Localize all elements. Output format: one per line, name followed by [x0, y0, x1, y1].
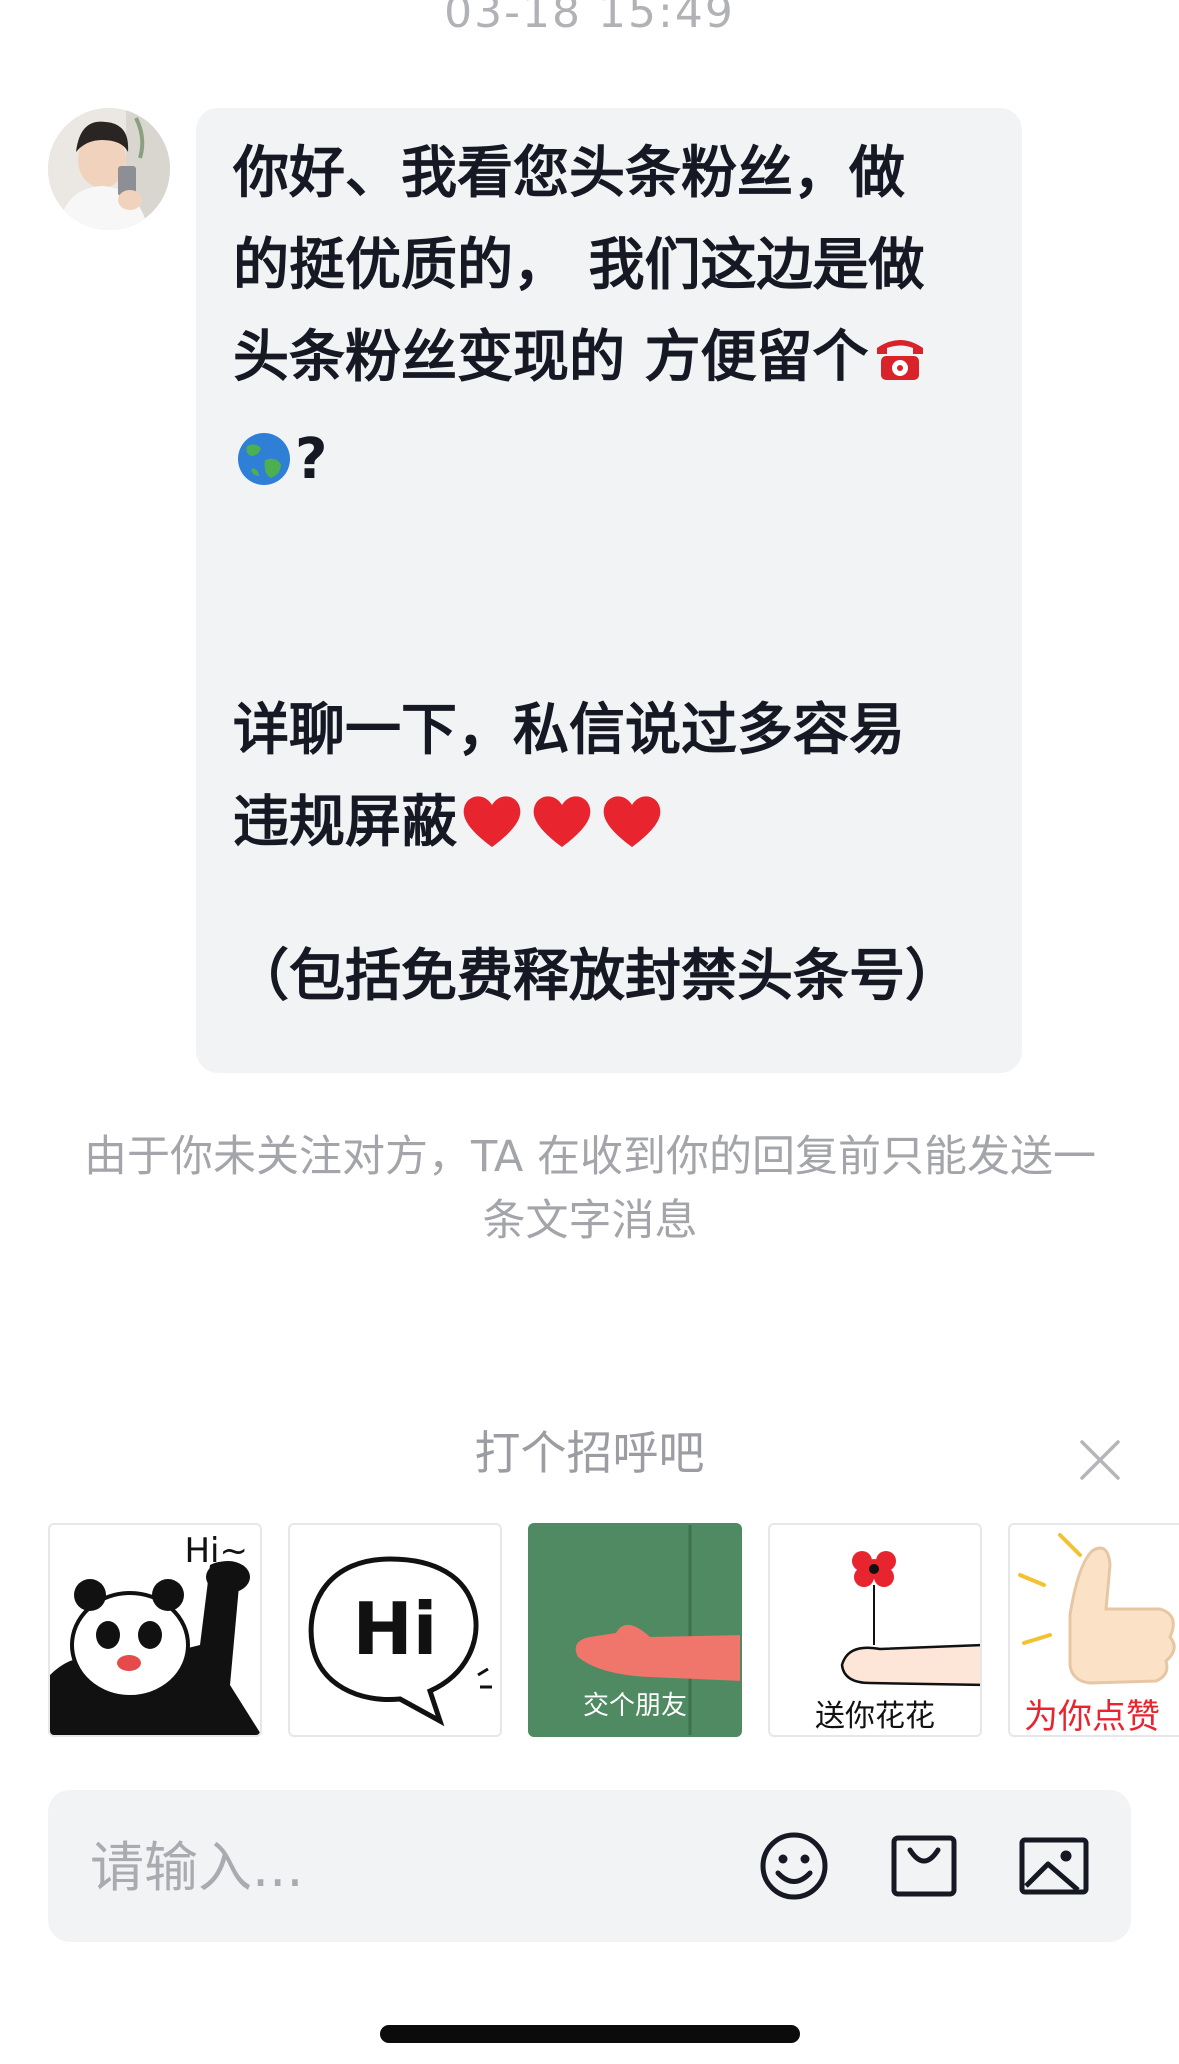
avatar-image [48, 108, 170, 230]
red-heart-emoji-icon [529, 787, 595, 879]
sticker-caption: Hi~ [184, 1531, 248, 1571]
sticker-caption: 为你点赞 [1024, 1697, 1160, 1737]
message-line: ? [295, 427, 328, 492]
message-line: 详聊一下，私信说过多容易 [233, 698, 905, 763]
message-line: （包括免费释放封禁头条号） [233, 944, 961, 1009]
shopping-bag-icon[interactable] [886, 1828, 962, 1904]
message-input-bar [48, 1790, 1131, 1942]
message-line: 违规屏蔽 [233, 790, 457, 855]
sticker-speech-hi[interactable]: Hi [288, 1523, 502, 1737]
red-heart-emoji-icon [599, 787, 665, 879]
home-indicator[interactable] [380, 2025, 800, 2043]
sticker-flower[interactable]: 送你花花 [768, 1523, 982, 1737]
close-icon[interactable] [1076, 1436, 1124, 1484]
sticker-row: Hi~ Hi 交个朋友 送你花花 为你点赞 [0, 1523, 1179, 1739]
message-paragraph-1: 你好、我看您头条粉丝，做 的挺优质的， 我们这边是做 头条粉丝变现的 方便留个 … [233, 128, 1003, 516]
message-paragraph-3: （包括免费释放封禁头条号） [233, 931, 1003, 1023]
globe-emoji-icon [235, 424, 293, 516]
image-icon[interactable] [1016, 1828, 1092, 1904]
message-line: 你好、我看您头条粉丝，做 [233, 141, 905, 206]
red-heart-emoji-icon [459, 787, 525, 879]
sticker-panda-hi[interactable]: Hi~ [48, 1523, 262, 1737]
telephone-emoji-icon [871, 322, 929, 414]
sticker-caption: Hi [352, 1587, 438, 1671]
greeting-title: 打个招呼吧 [474, 1426, 705, 1480]
follow-restriction-notice: 由于你未关注对方，TA 在收到你的回复前只能发送一条文字消息 [83, 1132, 1096, 1246]
sticker-make-friends[interactable]: 交个朋友 [528, 1523, 742, 1737]
sticker-caption: 送你花花 [815, 1699, 935, 1734]
sticker-thumbs-up[interactable]: 为你点赞 [1008, 1523, 1179, 1737]
message-input[interactable] [88, 1828, 732, 1906]
emoji-icon[interactable] [756, 1828, 832, 1904]
message-timestamp: 03-18 15:49 [444, 0, 735, 38]
message-bubble[interactable]: 你好、我看您头条粉丝，做 的挺优质的， 我们这边是做 头条粉丝变现的 方便留个 … [196, 108, 1022, 1073]
message-line: 头条粉丝变现的 方便留个 [233, 325, 869, 390]
sticker-caption: 交个朋友 [582, 1691, 687, 1721]
sender-avatar[interactable] [48, 108, 170, 230]
message-paragraph-2: 详聊一下，私信说过多容易 违规屏蔽 [233, 685, 1003, 879]
message-line: 的挺优质的， 我们这边是做 [233, 233, 925, 298]
